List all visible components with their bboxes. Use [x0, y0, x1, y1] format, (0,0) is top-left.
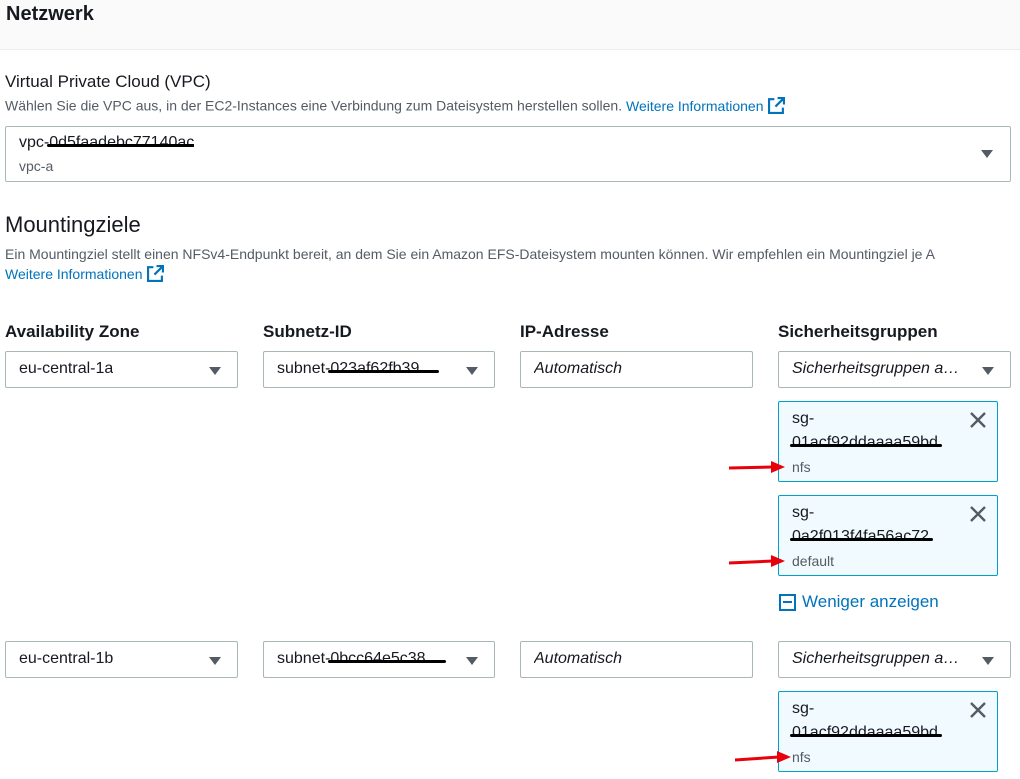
caret-down-icon	[466, 657, 478, 665]
vpc-description: Wählen Sie die VPC aus, in der EC2-Insta…	[5, 97, 786, 114]
close-icon[interactable]	[967, 699, 989, 721]
ip-address-input-row-2[interactable]: Automatisch	[520, 641, 753, 678]
vpc-name: vpc-a	[19, 158, 54, 174]
mount-targets-description: Ein Mountingziel stellt einen NFSv4-Endp…	[5, 246, 935, 262]
az-value: eu-central-1b	[19, 650, 114, 667]
mount-more-info-link[interactable]: Weitere Informationen	[5, 265, 165, 282]
annotation-arrow	[734, 751, 791, 763]
vpc-more-info-link[interactable]: Weitere Informationen	[626, 97, 786, 114]
minus-square-icon	[779, 593, 796, 611]
caret-down-icon	[981, 150, 993, 158]
security-group-token: sg- 01acf92ddaaaa59bd nfs	[778, 691, 998, 772]
security-groups-placeholder: Sicherheitsgruppen a…	[792, 650, 960, 667]
column-header-security-groups: Sicherheitsgruppen	[778, 322, 938, 341]
mount-targets-title: Mountingziele	[5, 212, 141, 237]
column-header-subnet: Subnetz-ID	[263, 322, 352, 341]
security-group-name: nfs	[792, 459, 811, 475]
az-select-row-2[interactable]: eu-central-1b	[5, 641, 238, 678]
security-group-name: default	[792, 553, 835, 569]
caret-down-icon	[209, 367, 221, 375]
subnet-value: subnet-023af62fb39…	[277, 360, 462, 378]
security-group-token: sg- 01acf92ddaaaa59bd nfs	[778, 401, 998, 482]
security-group-prefix: sg-	[792, 700, 815, 717]
section-header: Netzwerk	[0, 0, 1020, 50]
vpc-id-prefix: vpc-	[19, 134, 50, 151]
external-link-icon	[147, 265, 165, 282]
show-less-label: Weniger anzeigen	[802, 592, 939, 611]
section-title: Netzwerk	[6, 3, 94, 25]
column-header-ip: IP-Adresse	[520, 322, 609, 341]
subnet-value: subnet-0bcc64e5c38…	[277, 650, 462, 668]
subnet-id-redacted: 023af62fb39…	[328, 360, 440, 377]
show-less-button[interactable]: Weniger anzeigen	[779, 592, 939, 612]
security-group-prefix: sg-	[792, 410, 815, 427]
close-icon[interactable]	[967, 503, 989, 525]
subnet-prefix: subnet-	[277, 650, 331, 667]
security-groups-select-row-1[interactable]: Sicherheitsgruppen a…	[778, 351, 1011, 388]
caret-down-icon	[209, 657, 221, 665]
column-header-az: Availability Zone	[5, 322, 140, 341]
mount-targets-more-info: Weitere Informationen	[5, 265, 165, 284]
security-group-prefix: sg-	[792, 504, 815, 521]
subnet-select-row-1[interactable]: subnet-023af62fb39…	[263, 351, 495, 388]
close-icon[interactable]	[967, 409, 989, 431]
subnet-id-redacted: 0bcc64e5c38…	[328, 650, 446, 667]
caret-down-icon	[982, 367, 994, 375]
vpc-select-value: vpc-0d5faadebc77140ac	[19, 134, 195, 152]
caret-down-icon	[982, 657, 994, 665]
security-group-name: nfs	[792, 749, 811, 765]
mount-more-info-label: Weitere Informationen	[5, 265, 143, 282]
subnet-prefix: subnet-	[277, 360, 331, 377]
annotation-arrow	[728, 555, 785, 567]
external-link-icon	[768, 97, 786, 114]
vpc-id-redacted: 0d5faadebc77140ac	[47, 134, 195, 151]
az-value: eu-central-1a	[19, 360, 114, 377]
ip-placeholder: Automatisch	[534, 650, 623, 667]
annotation-arrow	[728, 461, 785, 473]
ip-address-input-row-1[interactable]: Automatisch	[520, 351, 753, 388]
security-group-id-redacted: 01acf92ddaaaa59bd	[790, 434, 942, 451]
caret-down-icon	[466, 367, 478, 375]
vpc-more-info-label: Weitere Informationen	[626, 97, 764, 114]
vpc-description-text: Wählen Sie die VPC aus, in der EC2-Insta…	[5, 97, 623, 114]
security-groups-select-row-2[interactable]: Sicherheitsgruppen a…	[778, 641, 1011, 678]
ip-placeholder: Automatisch	[534, 360, 623, 377]
vpc-label: Virtual Private Cloud (VPC)	[5, 72, 211, 91]
security-group-id-redacted: 01acf92ddaaaa59bd	[790, 724, 942, 741]
security-groups-placeholder: Sicherheitsgruppen a…	[792, 360, 960, 377]
az-select-row-1[interactable]: eu-central-1a	[5, 351, 238, 388]
vpc-select[interactable]: vpc-0d5faadebc77140ac vpc-a	[5, 126, 1011, 182]
subnet-select-row-2[interactable]: subnet-0bcc64e5c38…	[263, 641, 495, 678]
security-group-id-redacted: 0a2f013f4fa56ac72	[789, 528, 934, 545]
security-group-token: sg- 0a2f013f4fa56ac72 default	[778, 495, 998, 576]
